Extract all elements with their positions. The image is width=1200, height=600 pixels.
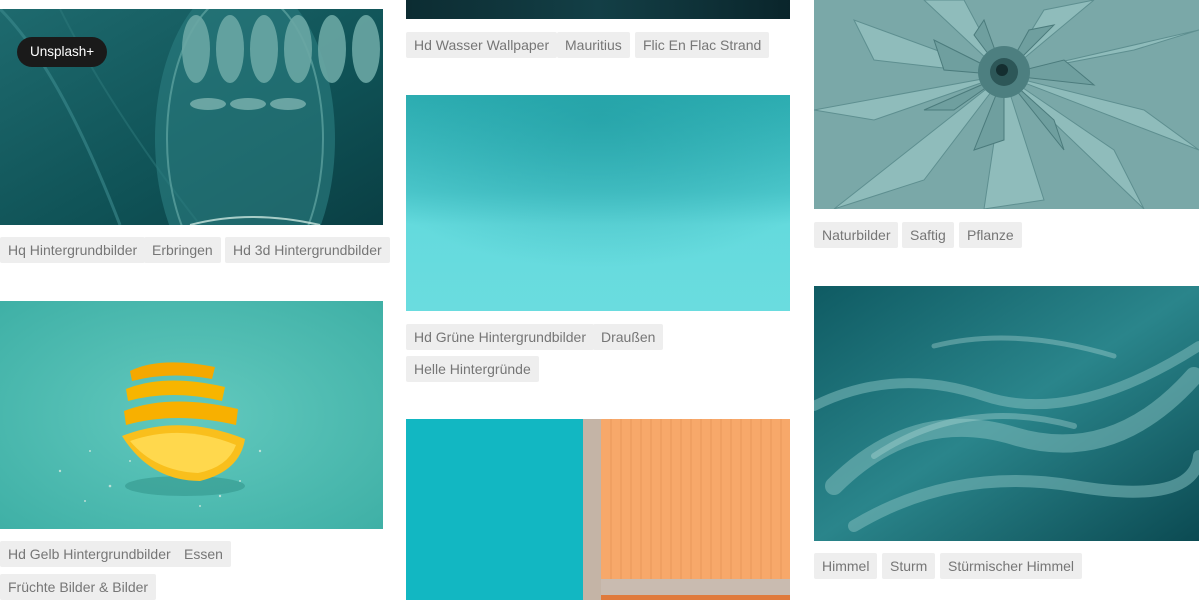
tag-link[interactable]: Hd Grüne Hintergrundbilder (406, 324, 594, 350)
tag-link[interactable]: Naturbilder (814, 222, 899, 248)
photo-turquoise-backdrop[interactable] (406, 95, 790, 311)
tag-link[interactable]: Erbringen (144, 237, 221, 263)
tag-link[interactable]: Hd 3d Hintergrundbilder (225, 237, 390, 263)
tag-link[interactable]: Stürmischer Himmel (940, 553, 1083, 579)
photo-agave-succulent-image (814, 0, 1199, 209)
tag-link[interactable]: Hq Hintergrundbilder (0, 237, 146, 263)
photo-pool-and-orange-wall-image (406, 419, 790, 600)
photo-orange-slices[interactable] (0, 301, 383, 529)
tag-link[interactable]: Essen (176, 541, 231, 567)
photo-dark-water[interactable] (406, 0, 790, 19)
photo-teal-3d-arches[interactable]: Unsplash+ (0, 9, 383, 225)
photo-stormy-sky-image (814, 286, 1199, 541)
tag-link[interactable]: Sturm (882, 553, 936, 579)
photo-orange-slices-image (0, 301, 383, 529)
photo-stormy-sky[interactable] (814, 286, 1199, 541)
tag-link[interactable]: Helle Hintergründe (406, 356, 539, 382)
photo-pool-and-orange-wall[interactable] (406, 419, 790, 600)
tag-link[interactable]: Draußen (593, 324, 664, 350)
photo-turquoise-backdrop-image (406, 95, 790, 311)
tag-link[interactable]: Pflanze (959, 222, 1022, 248)
photo-agave-succulent[interactable] (814, 0, 1199, 209)
unsplash-plus-badge[interactable]: Unsplash+ (17, 37, 108, 67)
tag-link[interactable]: Flic En Flac Strand (635, 32, 770, 58)
tag-link[interactable]: Saftig (902, 222, 954, 248)
photo-dark-water-image (406, 0, 790, 19)
tag-link[interactable]: Früchte Bilder & Bilder (0, 574, 157, 600)
tag-link[interactable]: Hd Gelb Hintergrundbilder (0, 541, 179, 567)
tag-link[interactable]: Himmel (814, 553, 878, 579)
tag-link[interactable]: Hd Wasser Wallpaper (406, 32, 558, 58)
tag-link[interactable]: Mauritius (557, 32, 630, 58)
